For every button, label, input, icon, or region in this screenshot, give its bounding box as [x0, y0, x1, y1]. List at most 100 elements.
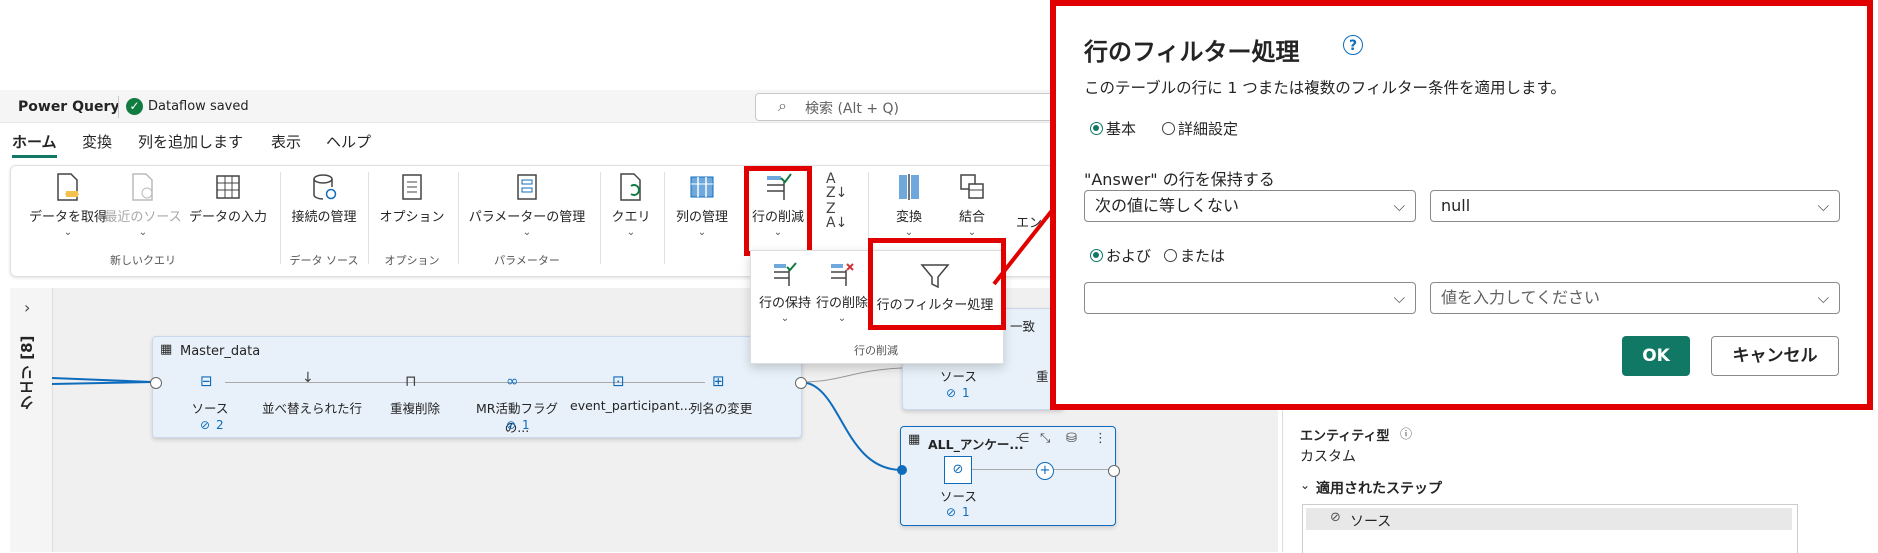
entity-type-value: カスタム — [1300, 449, 1356, 465]
dialog-description: このテーブルの行に 1 つまたは複数のフィルター条件を適用します。 — [1084, 79, 1566, 97]
panel-divider — [1282, 410, 1283, 552]
keep-rows-icon — [774, 262, 797, 286]
queries-label: クエリ [8] — [18, 335, 36, 410]
group-parameters: パラメーター — [494, 254, 560, 267]
radio-icon — [1164, 249, 1177, 262]
applied-steps-label: 適用されたステップ — [1316, 481, 1442, 497]
node-title: Master_data — [180, 344, 261, 359]
tab-add-column[interactable]: 列を追加します — [138, 131, 243, 152]
and-label: および — [1106, 247, 1152, 265]
tab-view[interactable]: 表示 — [271, 131, 301, 152]
step-mr-flag[interactable]: MR活動フラグの... — [464, 398, 570, 436]
cancel-button[interactable]: キャンセル — [1711, 336, 1839, 376]
ribbon-divider — [664, 172, 665, 264]
manage-connections-label: 接続の管理 — [291, 210, 357, 225]
tab-help[interactable]: ヘルプ — [326, 131, 371, 152]
source-step-icon[interactable]: ⊘ — [944, 456, 972, 484]
clock-document-icon — [132, 173, 153, 201]
link-icon: ⊘ — [946, 386, 957, 400]
manage-columns-button[interactable]: 列の管理 ⌄ — [668, 172, 736, 238]
operator-select-2[interactable]: ⌵ — [1084, 282, 1416, 314]
entity-type-label: エンティティ型 — [1300, 429, 1390, 444]
search-placeholder: 検索 (Alt + Q) — [805, 101, 899, 117]
manage-columns-label: 列の管理 — [675, 210, 728, 225]
document-database-icon — [57, 173, 79, 201]
step-event-participant[interactable]: event_participant... — [570, 398, 692, 413]
enter-data-button[interactable]: データの入力 — [186, 172, 270, 225]
link-icon: ⊘ — [1330, 510, 1341, 525]
and-radio[interactable]: および — [1090, 245, 1151, 266]
manage-connections-button[interactable]: 接続の管理 — [286, 172, 362, 225]
sort-descending-icon[interactable]: Z A↓ — [826, 202, 847, 230]
chevron-down-icon: ⌄ — [837, 313, 847, 324]
share-icon[interactable]: ⋲ — [1016, 431, 1029, 446]
hidden-node-step-2[interactable]: 重 — [1036, 366, 1049, 385]
hidden-node-step[interactable]: ソース — [940, 366, 977, 385]
database-gear-icon — [313, 174, 337, 200]
ribbon-divider — [600, 172, 601, 264]
info-icon[interactable]: ⓘ — [1400, 425, 1412, 442]
query-button[interactable]: クエリ ⌄ — [606, 172, 656, 238]
link-icon: ⊘ — [200, 418, 211, 432]
transform-button[interactable]: 変換 ⌄ — [876, 172, 942, 238]
tab-home[interactable]: ホーム — [12, 131, 57, 158]
query-label: クエリ — [611, 210, 651, 225]
keep-rows-button[interactable]: 行の保持 ⌄ — [758, 262, 812, 324]
database-icon[interactable]: ⛁ — [1066, 431, 1077, 446]
add-step-icon[interactable]: + — [1036, 462, 1054, 480]
group-data-source: データ ソース — [289, 254, 359, 267]
options-list-icon — [402, 174, 422, 200]
collapse-icon[interactable]: ⤡ — [1040, 431, 1050, 446]
applied-step-label: ソース — [1350, 514, 1392, 530]
chevron-down-icon: ⌄ — [697, 227, 707, 238]
operator-select-1-value: 次の値に等しくない — [1095, 196, 1240, 215]
value-select-2[interactable]: 値を入力してください ⌵ — [1430, 282, 1840, 314]
mode-advanced-radio[interactable]: 詳細設定 — [1162, 118, 1238, 139]
radio-selected-icon — [1090, 249, 1103, 262]
get-data-button[interactable]: データを取得 ⌄ — [18, 172, 118, 238]
operator-select-1[interactable]: 次の値に等しくない ⌵ — [1084, 190, 1416, 222]
chevron-down-icon: ⌄ — [780, 313, 790, 324]
recent-sources-label: 最近のソース — [104, 210, 182, 225]
help-icon[interactable]: ? — [1343, 35, 1363, 55]
tab-transform[interactable]: 変換 — [82, 131, 112, 152]
group-options: オプション — [384, 254, 440, 267]
node-title: ALL_アンケー... — [928, 437, 1024, 452]
link-count: 2 — [216, 418, 224, 432]
queries-panel[interactable] — [10, 288, 53, 552]
step-sorted-rows[interactable]: 並べ替えられた行 — [262, 398, 362, 417]
manage-parameters-button[interactable]: パラメーターの管理 ⌄ — [464, 172, 590, 238]
search-icon: ⌕ — [778, 96, 787, 115]
node-input-port[interactable] — [897, 465, 907, 475]
steps-line — [225, 382, 705, 383]
remove-rows-icon — [831, 263, 854, 286]
chevron-down-icon: ⌵ — [1393, 197, 1405, 215]
sort-ascending-icon[interactable]: A Z↓ — [826, 172, 847, 200]
recent-sources-button[interactable]: 最近のソース ⌄ — [104, 172, 182, 238]
chevron-down-icon: ⌵ — [1817, 197, 1829, 215]
transform-label: 変換 — [895, 210, 922, 225]
more-options-icon[interactable]: ⋮ — [1094, 431, 1107, 446]
step-remove-duplicates[interactable]: 重複削除 — [378, 398, 452, 417]
menu-group-label: 行の削減 — [854, 344, 898, 357]
mode-basic-radio[interactable]: 基本 — [1090, 118, 1136, 139]
node-input-port[interactable] — [150, 377, 162, 389]
remove-rows-button[interactable]: 行の削除 ⌄ — [815, 262, 869, 324]
combine-label: 結合 — [958, 210, 985, 225]
node-output-port[interactable] — [795, 377, 807, 389]
link-count: 1 — [962, 505, 970, 519]
chevron-down-icon[interactable]: ⌄ — [1300, 478, 1310, 492]
options-button[interactable]: オプション — [374, 172, 450, 225]
hidden-node-title: 一致 — [1010, 319, 1036, 334]
combine-tables-icon — [960, 174, 984, 199]
ribbon-divider — [368, 172, 369, 264]
or-radio[interactable]: または — [1164, 245, 1225, 266]
node-output-port[interactable] — [1108, 465, 1120, 477]
step-rename-columns[interactable]: 列名の変更 — [686, 398, 756, 417]
chevron-right-icon[interactable]: › — [24, 298, 30, 317]
value-select-1-value: null — [1441, 196, 1471, 215]
step-source[interactable]: ソース — [940, 486, 977, 505]
ok-button[interactable]: OK — [1622, 336, 1690, 376]
step-source[interactable]: ソース — [180, 398, 240, 417]
value-select-1[interactable]: null ⌵ — [1430, 190, 1840, 222]
